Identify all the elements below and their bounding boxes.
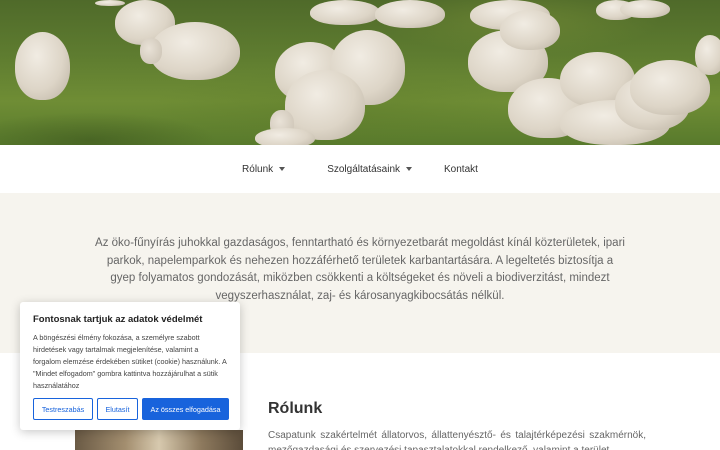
sheep (695, 35, 720, 75)
cookie-text: A böngészési élmény fokozása, a személyr… (33, 333, 227, 390)
nav-item-label: Kontakt (444, 163, 478, 175)
sheep (500, 10, 560, 50)
about-text: Csapatunk szakértelmét állatorvos, állat… (268, 430, 646, 450)
sheep (15, 32, 70, 100)
sheep (150, 22, 240, 80)
sheep (95, 0, 125, 6)
nav-item-label: Rólunk (242, 163, 274, 175)
cookie-banner: Fontosnak tartjuk az adatok védelmét A b… (20, 302, 240, 430)
caret-down-icon (279, 167, 286, 171)
sheep (310, 0, 380, 25)
main-nav: Rólunk Szolgáltatásaink Kontakt (0, 145, 720, 193)
nav-item-rolunk[interactable]: Rólunk (226, 164, 301, 175)
cookie-buttons: Testreszabás Elutasít Az összes elfogadá… (33, 398, 229, 420)
intro-text: Az öko-fűnyírás juhokkal gazdaságos, fen… (95, 237, 625, 302)
nav-item-szolgaltatasaink[interactable]: Szolgáltatásaink (311, 164, 428, 175)
sheep (375, 0, 445, 28)
nav-item-label: Szolgáltatásaink (327, 163, 401, 175)
customize-button[interactable]: Testreszabás (33, 398, 93, 420)
accept-all-button[interactable]: Az összes elfogadása (142, 398, 229, 420)
cookie-title: Fontosnak tartjuk az adatok védelmét (33, 314, 203, 325)
sheep (620, 0, 670, 18)
sheep-head (140, 38, 162, 64)
caret-down-icon (406, 167, 413, 171)
nav-item-kontakt[interactable]: Kontakt (428, 164, 494, 175)
about-image (75, 430, 243, 450)
about-title: Rólunk (268, 400, 323, 417)
sheep (255, 128, 315, 145)
hero-image (0, 0, 720, 145)
reject-button[interactable]: Elutasít (97, 398, 138, 420)
